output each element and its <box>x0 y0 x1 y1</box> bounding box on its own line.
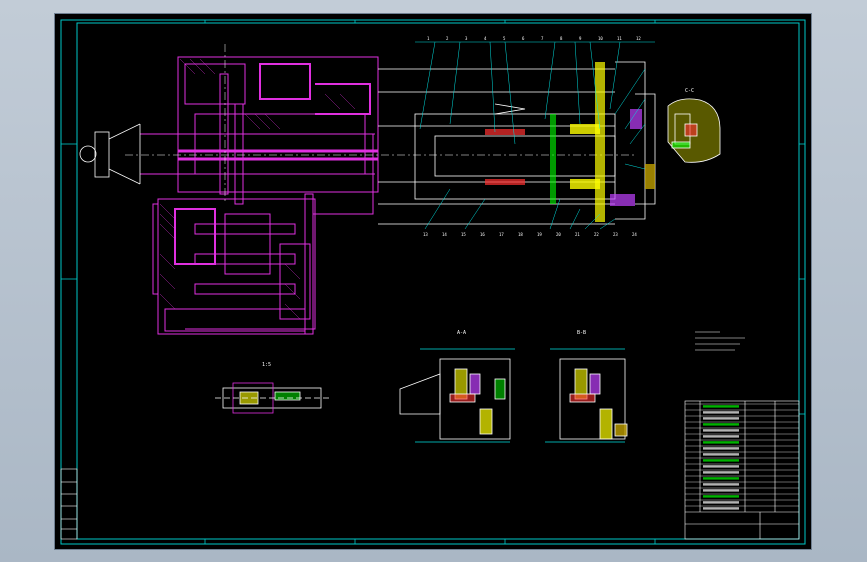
parts-list-entry <box>703 483 739 486</box>
balloon-number: 12 <box>636 36 641 41</box>
balloon-number: 2 <box>446 36 449 41</box>
parts-list-entry <box>703 489 739 492</box>
balloon-number: 8 <box>560 36 563 41</box>
parts-list-entry <box>703 459 739 462</box>
section-view-small <box>215 382 330 414</box>
cad-viewport[interactable]: 1 2 3 4 5 6 7 8 9 10 11 12 13 14 15 16 17 18 19 20 21 22 23 24 … <box>55 14 811 549</box>
balloon-number: 21 <box>575 232 580 237</box>
balloon-number: 17 <box>499 232 504 237</box>
spindle-fills <box>485 62 655 222</box>
gearbox-hatching <box>159 58 356 320</box>
balloon-number: 9 <box>579 36 582 41</box>
outer-border <box>60 19 806 545</box>
detail-view <box>667 98 721 163</box>
balloon-number: 20 <box>556 232 561 237</box>
section-label-scale: 1:5 <box>262 362 271 368</box>
zone-ticks <box>61 20 805 544</box>
parts-list-entry <box>703 429 739 432</box>
parts-list-entry <box>703 405 739 408</box>
gearbox-assembly <box>140 56 379 335</box>
balloon-number: 7 <box>541 36 544 41</box>
balloon-number: 22 <box>594 232 599 237</box>
balloon-number: 3 <box>465 36 468 41</box>
section-label-a: A-A <box>457 330 466 336</box>
parts-list-entry <box>703 447 739 450</box>
section-labels: A-A B-B C-C 1:5 <box>262 88 694 368</box>
balloon-number: 11 <box>617 36 622 41</box>
parts-list-entry <box>703 477 739 480</box>
parts-list-entry <box>703 441 739 444</box>
parts-list-entry <box>703 411 739 414</box>
section-view-b <box>545 348 628 443</box>
parts-list-entry <box>703 423 739 426</box>
parts-list-entry <box>703 501 739 504</box>
section-view-a <box>399 348 515 443</box>
balloon-number: 4 <box>484 36 487 41</box>
cad-drawing: 1 2 3 4 5 6 7 8 9 10 11 1213 14 15 16 17 18 19 20 21 22 23 24 … <box>60 19 806 545</box>
balloon-number: 23 <box>613 232 618 237</box>
section-label-b: B-B <box>577 330 586 336</box>
technical-notes <box>695 331 745 351</box>
balloon-number: 14 <box>442 232 447 237</box>
parts-list-entry <box>703 465 739 468</box>
balloon-number: 1 <box>427 36 430 41</box>
section-label-c: C-C <box>685 88 694 94</box>
parts-list-entry <box>703 453 739 456</box>
balloon-numbers: 1 2 3 4 5 6 7 8 9 10 11 1213 14 15 16 17 18 19 20 21 22 23 24 <box>423 36 641 237</box>
balloon-number: 6 <box>522 36 525 41</box>
balloon-number: 18 <box>518 232 523 237</box>
balloon-number: 16 <box>480 232 485 237</box>
handwheel <box>79 123 141 185</box>
balloon-number: 10 <box>598 36 603 41</box>
balloon-number: 15 <box>461 232 466 237</box>
parts-list-entry <box>703 471 739 474</box>
left-stamp-table <box>60 468 78 540</box>
center-lines <box>125 44 635 204</box>
parts-list-entry <box>703 495 739 498</box>
parts-list-entry <box>703 435 739 438</box>
balloon-number: 5 <box>503 36 506 41</box>
parts-list-rows <box>685 403 799 510</box>
parts-list-entry <box>703 507 739 510</box>
balloon-number: 13 <box>423 232 428 237</box>
balloon-number: 24 <box>632 232 637 237</box>
balloon-number: 19 <box>537 232 542 237</box>
parts-list-entry <box>703 417 739 420</box>
